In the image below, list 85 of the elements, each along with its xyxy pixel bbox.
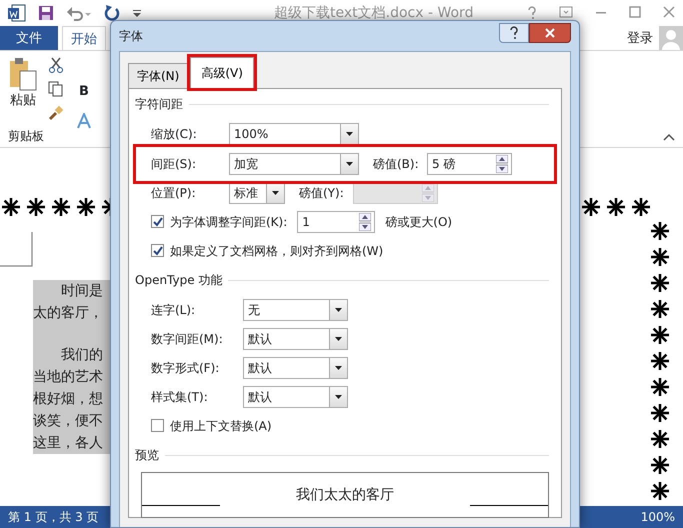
field-label: 连字(L): — [151, 302, 196, 318]
group-label: 剪贴板 — [8, 128, 45, 146]
checkbox-label: 如果定义了文档网格，则对齐到网格(W) — [170, 242, 384, 260]
field-label: 磅值(B): — [373, 156, 420, 173]
dropdown-field[interactable]: 100% — [229, 122, 359, 144]
check-icon — [152, 216, 162, 226]
field-label: 磅或更大(O) — [385, 214, 452, 230]
checkbox[interactable] — [151, 244, 164, 257]
preview-text: 我们太太的客厅 — [296, 486, 394, 504]
collapse-ribbon-icon[interactable] — [663, 133, 675, 142]
dropdown-field[interactable]: 默认 — [243, 356, 348, 378]
redo-icon[interactable] — [104, 4, 120, 22]
section-heading: 预览 — [135, 447, 159, 464]
text-effects-icon[interactable] — [76, 112, 92, 129]
caret-icon — [335, 336, 342, 340]
sign-in-link[interactable]: 登录 — [627, 28, 653, 48]
document-text: 谈笑，便不 — [33, 412, 104, 432]
customize-icon[interactable] — [132, 8, 142, 18]
dialog-tab[interactable]: 高级(V) — [190, 57, 254, 88]
dropdown-field[interactable]: 默认 — [243, 386, 348, 408]
paste-button[interactable]: 粘贴 — [10, 91, 36, 111]
help-icon[interactable] — [527, 6, 537, 20]
spin-field[interactable]: 1 — [297, 210, 376, 232]
dropdown-button[interactable] — [266, 182, 284, 202]
document-text: 太的客厅， — [33, 304, 104, 324]
window-title: 超级下载text文档.docx - Word — [274, 4, 474, 23]
undo-icon[interactable] — [66, 5, 92, 22]
document-text: 这里，各人 — [33, 434, 104, 454]
dropdown-field[interactable]: 加宽 — [229, 153, 359, 175]
document-text: 时间是 — [60, 282, 104, 302]
dialog-title: 字体 — [119, 28, 143, 45]
spin-arrows-icon[interactable] — [359, 212, 372, 230]
field-label: 间距(S): — [151, 156, 198, 173]
brush-icon[interactable] — [48, 105, 64, 122]
document-text: 根好烟，想 — [33, 390, 104, 410]
checkbox-label: 使用上下文替换(A) — [170, 418, 272, 434]
section-heading: OpenType 功能 — [135, 272, 222, 289]
checkbox[interactable] — [151, 215, 164, 228]
dropdown-button[interactable] — [340, 154, 358, 174]
paste-icon[interactable] — [8, 57, 38, 92]
spin-field[interactable]: 5 磅 — [427, 153, 512, 175]
field-label: 位置(P): — [151, 184, 197, 202]
caret-icon — [346, 162, 353, 166]
caret-icon — [346, 132, 353, 136]
checkbox-label: 为字体调整字间距(K): — [170, 214, 288, 230]
dropdown-button[interactable] — [329, 328, 347, 348]
field-label: 数字形式(F): — [151, 360, 220, 376]
zoom-level[interactable]: 100% — [640, 508, 675, 526]
dropdown-button[interactable] — [329, 300, 347, 320]
dialog-tab[interactable]: 字体(N) — [128, 63, 188, 88]
checkbox[interactable] — [151, 419, 164, 432]
page-count: 第 1 页，共 3 页 — [8, 509, 99, 526]
dropdown-button[interactable] — [329, 358, 347, 378]
corner-mark-icon — [0, 232, 33, 268]
dropdown-button[interactable] — [329, 386, 347, 406]
close-icon[interactable] — [663, 6, 675, 18]
save-icon[interactable] — [38, 5, 54, 22]
bold-button[interactable]: B — [76, 81, 92, 103]
file-tab[interactable]: 文件 — [0, 26, 58, 50]
field-label: 缩放(C): — [151, 126, 198, 142]
maximize-icon[interactable] — [629, 6, 641, 18]
dropdown-field[interactable]: 无 — [243, 298, 348, 320]
dropdown-button[interactable] — [340, 124, 358, 144]
caret-icon — [335, 394, 342, 398]
caret-icon — [272, 190, 279, 194]
copy-icon[interactable] — [48, 81, 64, 98]
field-label: 样式集(T): — [151, 388, 209, 406]
section-heading: 字符间距 — [135, 96, 183, 113]
ribbon-tab[interactable]: 开始 — [62, 26, 106, 50]
help-icon — [509, 26, 519, 40]
spin-arrows-icon[interactable] — [496, 155, 508, 173]
caret-icon — [335, 308, 342, 312]
close-button[interactable] — [529, 23, 571, 43]
ribbon-display-icon[interactable] — [559, 6, 573, 18]
field-label: 数字间距(M): — [151, 330, 224, 348]
field-label: 磅值(Y): — [299, 184, 345, 202]
dropdown-field[interactable]: 默认 — [243, 328, 348, 350]
help-button[interactable] — [499, 23, 529, 43]
close-icon — [545, 28, 555, 38]
document-text: 我们的 — [60, 346, 104, 366]
scissors-icon[interactable] — [48, 57, 64, 74]
word-icon[interactable] — [8, 4, 26, 22]
document-text: 当地的艺术 — [33, 368, 104, 388]
caret-icon — [335, 366, 342, 370]
check-icon — [152, 246, 162, 256]
